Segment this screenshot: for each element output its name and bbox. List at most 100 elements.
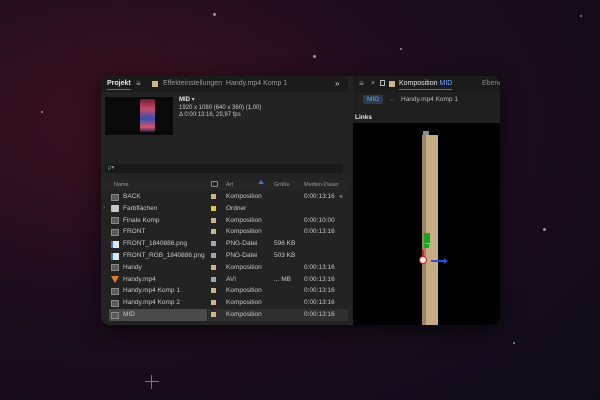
effect-controls-color-icon — [152, 81, 158, 87]
column-groesse[interactable]: Größe — [274, 180, 290, 190]
item-type: PNG-Datei — [226, 252, 258, 259]
item-duration: 0:00:13:16 — [304, 193, 335, 200]
item-type: Komposition — [226, 228, 262, 236]
label-color-swatch[interactable] — [211, 241, 216, 247]
effect-tab-target: Handy.mp4 Komp 1 — [225, 80, 288, 87]
label-color-swatch[interactable] — [211, 264, 216, 270]
x-axis-handle[interactable] — [431, 258, 448, 264]
crosshair-cursor-icon — [145, 375, 159, 389]
composition-breadcrumb: MID ← Handy.mp4 Komp 1 — [353, 93, 500, 106]
item-size: 503 KB — [274, 252, 296, 259]
item-type: Komposition — [226, 193, 262, 200]
phone-side-layer[interactable] — [426, 135, 438, 325]
background-star — [41, 111, 43, 113]
preview-thumbnail — [105, 97, 173, 135]
composition-icon — [111, 264, 119, 272]
item-info-dimensions: 1920 x 1080 (640 x 360) (1,00) — [179, 104, 262, 111]
composition-tabbar: ≡ × Komposition MID Ebene — [353, 76, 500, 92]
background-star — [543, 228, 546, 231]
label-color-swatch[interactable] — [211, 253, 216, 258]
breadcrumb-mid[interactable]: MID — [363, 95, 383, 104]
project-item-row[interactable]: Handy Komposition 0:00:13:16 — [101, 262, 348, 274]
lock-icon[interactable] — [380, 80, 385, 86]
item-name: Handy.mp4 Komp 1 — [123, 287, 180, 295]
app-window: Projekt ≡ Effekteinstellungen Handy.mp4 … — [101, 76, 500, 325]
item-name: FRONT — [123, 228, 146, 236]
item-type: Komposition — [226, 216, 262, 224]
label-color-swatch[interactable] — [211, 312, 216, 317]
column-name[interactable]: Name — [114, 180, 129, 190]
tab-effekteinstellungen[interactable]: Effekteinstellungen Handy.mp4 Komp 1 — [163, 76, 287, 92]
composition-icon — [111, 287, 119, 295]
project-item-row[interactable]: BACK Komposition 0:00:13:16 — [101, 191, 348, 203]
item-duration: 0:00:13:16 — [304, 275, 335, 283]
background-star — [400, 48, 402, 50]
label-color-swatch[interactable] — [211, 217, 216, 223]
background-star — [580, 15, 582, 17]
background-star — [213, 13, 216, 16]
label-color-swatch[interactable] — [211, 300, 216, 306]
label-color-swatch[interactable] — [211, 288, 216, 294]
item-duration: 0:00:13:16 — [304, 311, 335, 318]
tab-projekt[interactable]: Projekt — [107, 76, 131, 92]
item-name: FRONT_1840886.png — [123, 240, 187, 248]
close-icon[interactable]: × — [371, 76, 375, 92]
dropdown-arrow-icon[interactable]: ▾ — [192, 97, 195, 103]
item-duration: 0:00:13:16 — [304, 287, 335, 295]
item-size: 596 KB — [274, 240, 296, 248]
tab-ebene[interactable]: Ebene — [482, 76, 500, 92]
item-name: MID — [123, 311, 135, 318]
label-tag-icon[interactable] — [211, 181, 218, 187]
item-name: FRONT_RGB_1840886.png — [123, 252, 205, 259]
item-info-name: MID — [179, 97, 190, 103]
project-item-row[interactable]: FRONT_1840886.png PNG-Datei 596 KB — [101, 238, 348, 250]
folder-icon — [111, 205, 119, 213]
item-name: Finale Komp — [123, 216, 160, 224]
panel-menu-icon[interactable]: ≡ — [136, 76, 141, 92]
panel-overflow-chevron-icon[interactable]: » — [335, 76, 345, 92]
preview-phone-image — [140, 99, 155, 132]
panel-menu-icon[interactable]: ≡ — [359, 76, 364, 92]
flowchart-icon[interactable] — [339, 194, 346, 200]
project-search-input[interactable]: ρ▾ — [105, 164, 343, 173]
tab-komposition[interactable]: Komposition MID — [399, 76, 453, 92]
project-item-row[interactable]: Handy.mp4 Komp 2 Komposition 0:00:13:16 — [101, 297, 348, 309]
composition-icon — [111, 299, 119, 307]
project-panel: Projekt ≡ Effekteinstellungen Handy.mp4 … — [101, 76, 348, 325]
project-item-row[interactable]: Handy.mp4 Komp 1 Komposition 0:00:13:16 — [101, 285, 348, 297]
video-file-icon — [111, 276, 119, 284]
project-item-row[interactable]: › Farbflächen Ordner — [101, 203, 348, 215]
png-file-icon — [111, 240, 119, 248]
green-layer-marker — [424, 244, 429, 248]
composition-color-icon — [389, 81, 395, 87]
breadcrumb-separator-icon: ← — [389, 96, 396, 103]
png-file-icon — [111, 252, 119, 260]
expand-folder-icon[interactable]: › — [103, 203, 105, 215]
column-art[interactable]: Art — [226, 180, 233, 190]
project-item-row[interactable]: FRONT Komposition 0:00:13:16 — [101, 226, 348, 238]
project-item-row[interactable]: MID Komposition 0:00:13:16 — [101, 309, 348, 321]
breadcrumb-handy-komp[interactable]: Handy.mp4 Komp 1 — [401, 93, 458, 106]
label-color-swatch[interactable] — [211, 276, 216, 282]
composition-tab-prefix: Komposition — [399, 80, 438, 87]
label-color-swatch[interactable] — [211, 205, 216, 211]
column-medien-dauer[interactable]: Medien-Dauer — [304, 180, 339, 190]
item-duration: 0:00:13:16 — [304, 263, 335, 271]
item-name: Handy.mp4 — [123, 275, 156, 283]
item-type: Ordner — [226, 204, 247, 212]
label-color-swatch[interactable] — [211, 194, 216, 199]
item-type: Komposition — [226, 311, 262, 318]
composition-viewer[interactable] — [353, 123, 500, 325]
anchor-point-icon[interactable] — [419, 256, 427, 264]
composition-panel: ≡ × Komposition MID Ebene MID ← Handy.mp… — [353, 76, 500, 325]
project-item-row[interactable]: FRONT_RGB_1840886.png PNG-Datei 503 KB — [101, 250, 348, 262]
sort-ascending-icon — [258, 180, 264, 184]
project-item-row[interactable]: Handy.mp4 AVI ... MB 0:00:13:16 — [101, 274, 348, 286]
label-color-swatch[interactable] — [211, 229, 216, 235]
composition-icon — [111, 311, 119, 319]
composition-icon — [111, 193, 119, 201]
item-info: MID ▾ 1920 x 1080 (640 x 360) (1,00) Δ 0… — [179, 97, 261, 120]
item-duration: 0:00:10:00 — [304, 216, 335, 224]
project-item-row[interactable]: Finale Komp Komposition 0:00:10:00 — [101, 215, 348, 227]
composition-icon — [111, 228, 119, 236]
